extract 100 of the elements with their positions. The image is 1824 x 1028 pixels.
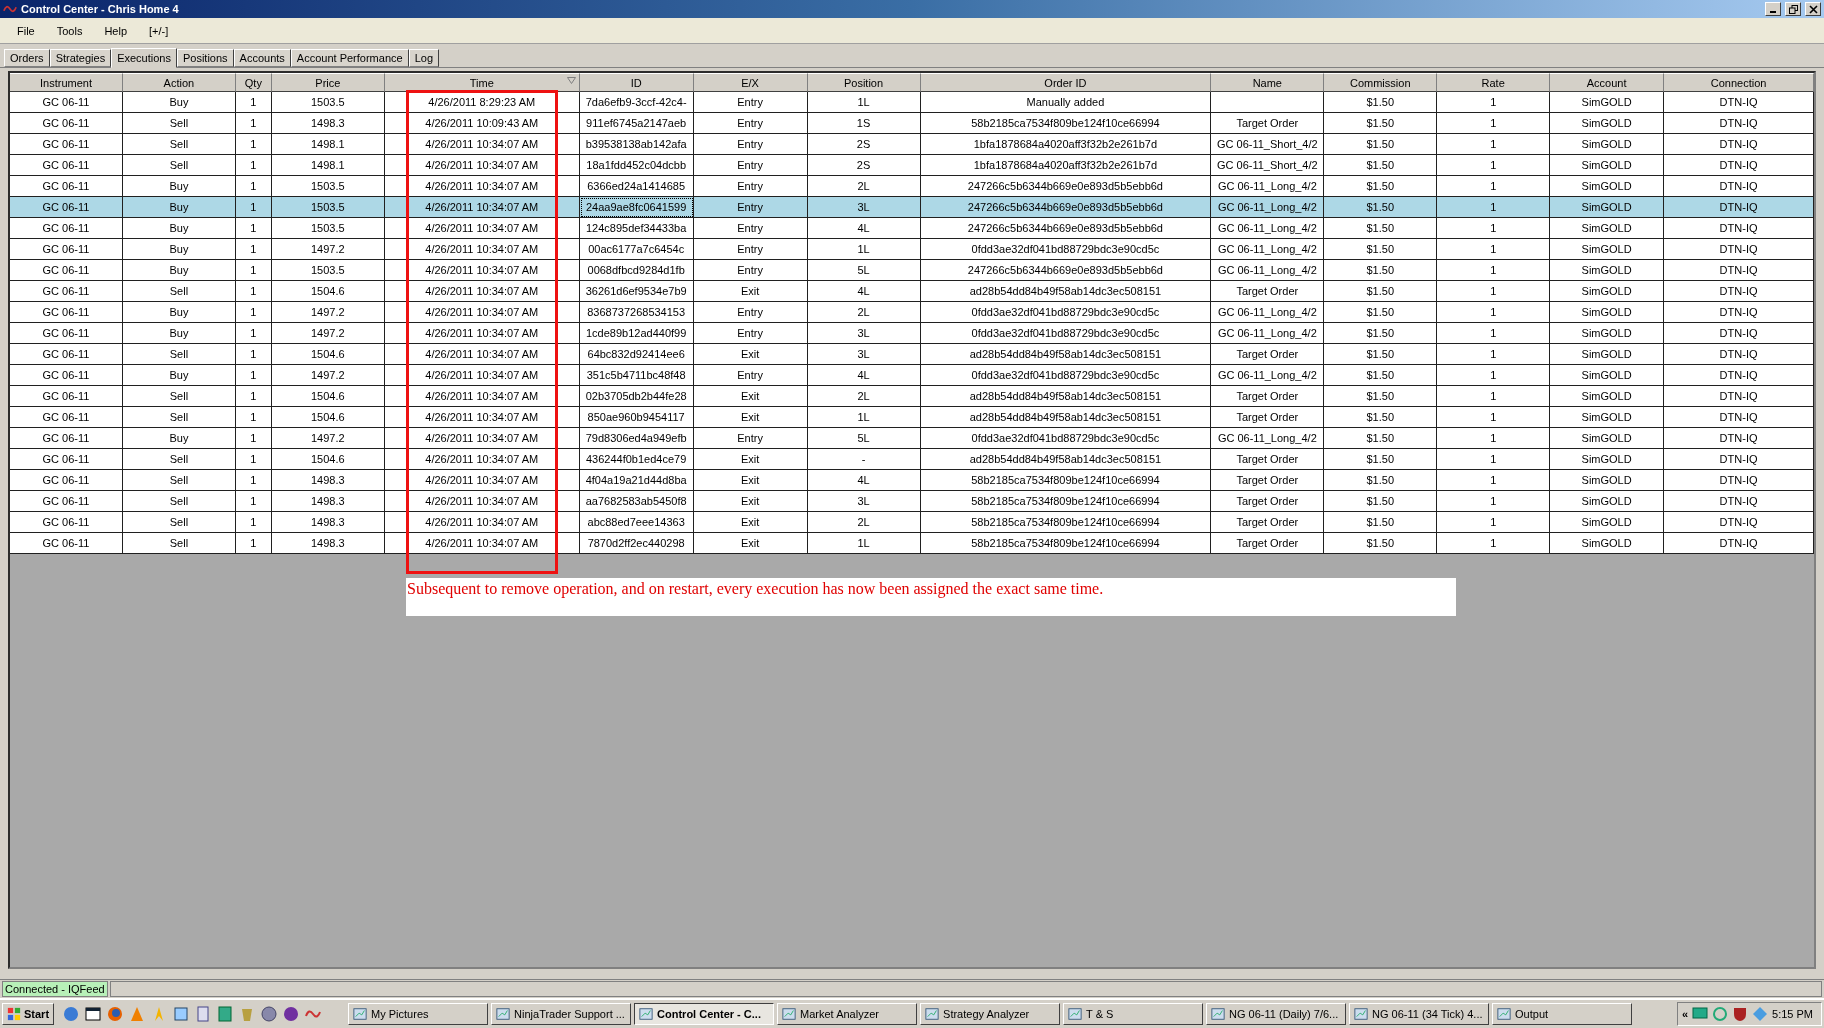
- table-cell: GC 06-11_Long_4/2: [1211, 260, 1325, 281]
- table-cell: 4L: [807, 470, 921, 491]
- taskbar-button[interactable]: Market Analyzer: [777, 1003, 918, 1025]
- table-row[interactable]: GC 06-11 Sell 1 1504.6 4/26/2011 10:34:07 AM 64bc832d92414ee6 Exit 3L ad28b54dd84b49f58ab14dc3ec508151 Target Order $1.50 1 SimGOLD DTN-IQ: [10, 344, 1814, 365]
- table-row[interactable]: GC 06-11 Buy 1 1503.5 4/26/2011 10:34:07 AM 24aa9ae8fc0641599 Entry 3L 247266c5b6344b669e0e893d5b5ebb6d GC 06-11_Long_4/2 $1.50 1 SimGOLD DTN-IQ: [10, 197, 1814, 218]
- disc-icon[interactable]: [261, 1006, 278, 1022]
- table-cell: GC 06-11: [10, 407, 123, 428]
- table-cell: GC 06-11_Long_4/2: [1211, 218, 1325, 239]
- column-header[interactable]: Rate: [1437, 73, 1551, 92]
- minimize-button[interactable]: [1765, 2, 1781, 16]
- close-button[interactable]: [1805, 2, 1821, 16]
- column-header[interactable]: Time: [384, 73, 580, 92]
- table-cell: GC 06-11: [10, 197, 123, 218]
- table-row[interactable]: GC 06-11 Buy 1 1497.2 4/26/2011 10:34:07 AM 8368737268534153 Entry 2L 0fdd3ae32df041bd88729bdc3e90cd5c GC 06-11_Long_4/2 $1.50 1 SimGOLD DTN-IQ: [10, 302, 1814, 323]
- table-cell: 1: [1437, 512, 1551, 533]
- table-cell: 1498.3: [271, 512, 385, 533]
- column-header[interactable]: Qty: [235, 73, 272, 92]
- column-header[interactable]: Instrument: [10, 73, 123, 92]
- tab[interactable]: Strategies: [49, 49, 112, 67]
- tray-expand-button[interactable]: «: [1681, 1008, 1689, 1020]
- window-icon[interactable]: [85, 1006, 102, 1022]
- table-row[interactable]: GC 06-11 Buy 1 1503.5 4/26/2011 10:34:07 AM 0068dfbcd9284d1fb Entry 5L 247266c5b6344b669e0e893d5b5ebb6d GC 06-11_Long_4/2 $1.50 1 SimGOLD DTN-IQ: [10, 260, 1814, 281]
- table-row[interactable]: GC 06-11 Sell 1 1498.3 4/26/2011 10:34:07 AM abc88ed7eee14363 Exit 2L 58b2185ca7534f809be124f10ce66994 Target Order $1.50 1 SimGOLD DTN-IQ: [10, 512, 1814, 533]
- book-icon[interactable]: [217, 1006, 234, 1022]
- table-cell: 1504.6: [271, 386, 385, 407]
- table-cell: 1504.6: [271, 281, 385, 302]
- table-cell: 124c895def34433ba: [579, 218, 694, 239]
- column-header[interactable]: E/X: [693, 73, 808, 92]
- column-header[interactable]: Order ID: [920, 73, 1212, 92]
- table-cell: DTN-IQ: [1664, 113, 1814, 134]
- table-cell: 0fdd3ae32df041bd88729bdc3e90cd5c: [920, 302, 1212, 323]
- menu-item[interactable]: File: [8, 22, 44, 39]
- table-cell: GC 06-11_Long_4/2: [1211, 239, 1325, 260]
- tab[interactable]: Log: [408, 49, 439, 67]
- column-header[interactable]: Price: [271, 73, 385, 92]
- cone-icon[interactable]: [129, 1006, 146, 1022]
- table-cell: 1: [1437, 218, 1551, 239]
- taskbar-button[interactable]: My Pictures: [348, 1003, 489, 1025]
- table-row[interactable]: GC 06-11 Buy 1 1497.2 4/26/2011 10:34:07 AM 79d8306ed4a949efb Entry 5L 0fdd3ae32df041bd88729bdc3e90cd5c GC 06-11_Long_4/2 $1.50 1 SimGOLD DTN-IQ: [10, 428, 1814, 449]
- table-cell: 1: [1437, 533, 1551, 554]
- column-header[interactable]: Name: [1211, 73, 1325, 92]
- table-cell: Buy: [122, 197, 236, 218]
- document-icon[interactable]: [195, 1006, 212, 1022]
- table-cell: GC 06-11: [10, 155, 123, 176]
- table-cell: 1: [235, 239, 272, 260]
- table-row[interactable]: GC 06-11 Sell 1 1504.6 4/26/2011 10:34:07 AM 02b3705db2b44fe28 Exit 2L ad28b54dd84b49f58ab14dc3ec508151 Target Order $1.50 1 SimGOLD DTN-IQ: [10, 386, 1814, 407]
- table-row[interactable]: GC 06-11 Buy 1 1497.2 4/26/2011 10:34:07 AM 351c5b4711bc48f48 Entry 4L 0fdd3ae32df041bd88729bdc3e90cd5c GC 06-11_Long_4/2 $1.50 1 SimGOLD DTN-IQ: [10, 365, 1814, 386]
- table-row[interactable]: GC 06-11 Buy 1 1503.5 4/26/2011 10:34:07 AM 6366ed24a1414685 Entry 2L 247266c5b6344b669e0e893d5b5ebb6d GC 06-11_Long_4/2 $1.50 1 SimGOLD DTN-IQ: [10, 176, 1814, 197]
- table-row[interactable]: GC 06-11 Sell 1 1498.3 4/26/2011 10:09:43 AM 911ef6745a2147aeb Entry 1S 58b2185ca7534f809be124f10ce66994 Target Order $1.50 1 SimGOLD DTN-IQ: [10, 113, 1814, 134]
- taskbar-button[interactable]: NG 06-11 (Daily) 7/6...: [1206, 1003, 1347, 1025]
- column-header[interactable]: Commission: [1324, 73, 1438, 92]
- table-row[interactable]: GC 06-11 Sell 1 1504.6 4/26/2011 10:34:07 AM 36261d6ef9534e7b9 Exit 4L ad28b54dd84b49f58ab14dc3ec508151 Target Order $1.50 1 SimGOLD DTN-IQ: [10, 281, 1814, 302]
- table-row[interactable]: GC 06-11 Buy 1 1503.5 4/26/2011 10:34:07 AM 124c895def34433ba Entry 4L 247266c5b6344b669e0e893d5b5ebb6d GC 06-11_Long_4/2 $1.50 1 SimGOLD DTN-IQ: [10, 218, 1814, 239]
- tab[interactable]: Positions: [176, 49, 234, 67]
- table-cell: 351c5b4711bc48f48: [579, 365, 694, 386]
- column-header[interactable]: ID: [579, 73, 694, 92]
- table-cell: 1L: [807, 239, 921, 260]
- column-header[interactable]: Position: [807, 73, 921, 92]
- taskbar-button[interactable]: Control Center - C...: [634, 1003, 775, 1025]
- table-cell: 58b2185ca7534f809be124f10ce66994: [920, 470, 1212, 491]
- table-cell: Sell: [122, 386, 236, 407]
- table-row[interactable]: GC 06-11 Buy 1 1497.2 4/26/2011 10:34:07 AM 00ac6177a7c6454c Entry 1L 0fdd3ae32df041bd88729bdc3e90cd5c GC 06-11_Long_4/2 $1.50 1 SimGOLD DTN-IQ: [10, 239, 1814, 260]
- taskbar-button[interactable]: Output: [1492, 1003, 1633, 1025]
- table-row[interactable]: GC 06-11 Buy 1 1497.2 4/26/2011 10:34:07 AM 1cde89b12ad440f99 Entry 3L 0fdd3ae32df041bd88729bdc3e90cd5c GC 06-11_Long_4/2 $1.50 1 SimGOLD DTN-IQ: [10, 323, 1814, 344]
- column-header[interactable]: Action: [122, 73, 236, 92]
- table-cell: SimGOLD: [1550, 302, 1665, 323]
- table-cell: $1.50: [1324, 428, 1438, 449]
- table-row[interactable]: GC 06-11 Sell 1 1498.3 4/26/2011 10:34:07 AM 7870d2ff2ec440298 Exit 1L 58b2185ca7534f809be124f10ce66994 Target Order $1.50 1 SimGOLD DTN-IQ: [10, 533, 1814, 554]
- column-header[interactable]: Account: [1550, 73, 1665, 92]
- table-cell: GC 06-11_Long_4/2: [1211, 365, 1325, 386]
- column-header[interactable]: Connection: [1664, 73, 1814, 92]
- table-row[interactable]: GC 06-11 Sell 1 1498.1 4/26/2011 10:34:07 AM 18a1fdd452c04dcbb Entry 2S 1bfa1878684a4020aff3f32b2e261b7d GC 06-11_Short_4/2 $1.50 1 SimGOLD DTN-IQ: [10, 155, 1814, 176]
- table-row[interactable]: GC 06-11 Sell 1 1498.3 4/26/2011 10:34:07 AM aa7682583ab5450f8 Exit 3L 58b2185ca7534f809be124f10ce66994 Target Order $1.50 1 SimGOLD DTN-IQ: [10, 491, 1814, 512]
- taskbar-button[interactable]: Strategy Analyzer: [920, 1003, 1061, 1025]
- table-row[interactable]: GC 06-11 Sell 1 1504.6 4/26/2011 10:34:07 AM 436244f0b1ed4ce79 Exit - ad28b54dd84b49f58ab14dc3ec508151 Target Order $1.50 1 SimGOLD DTN-IQ: [10, 449, 1814, 470]
- restore-button[interactable]: [1785, 2, 1801, 16]
- table-row[interactable]: GC 06-11 Buy 1 1503.5 4/26/2011 8:29:23 AM 7da6efb9-3ccf-42c4- Entry 1L Manually added $1.50 1 SimGOLD DTN-IQ: [10, 92, 1814, 113]
- tab[interactable]: Account Performance: [290, 49, 409, 67]
- table-cell: Buy: [122, 428, 236, 449]
- table-row[interactable]: GC 06-11 Sell 1 1498.3 4/26/2011 10:34:07 AM 4f04a19a21d44d8ba Exit 4L 58b2185ca7534f809be124f10ce66994 Target Order $1.50 1 SimGOLD DTN-IQ: [10, 470, 1814, 491]
- table-cell: SimGOLD: [1550, 428, 1665, 449]
- tab[interactable]: Accounts: [233, 49, 291, 67]
- taskbar-button[interactable]: NG 06-11 (34 Tick) 4...: [1349, 1003, 1490, 1025]
- start-button[interactable]: Start: [2, 1003, 55, 1025]
- menu-item[interactable]: Help: [95, 22, 137, 39]
- taskbar-button[interactable]: T & S: [1063, 1003, 1204, 1025]
- tab[interactable]: Executions: [111, 48, 177, 68]
- table-cell: SimGOLD: [1550, 449, 1665, 470]
- table-cell: 7870d2ff2ec440298: [579, 533, 694, 554]
- table-cell: 1: [235, 218, 272, 239]
- tab[interactable]: Orders: [4, 49, 50, 67]
- menu-item[interactable]: [+/-]: [140, 22, 178, 39]
- table-cell: Entry: [693, 134, 808, 155]
- table-cell: 1: [235, 323, 272, 344]
- table-cell: 1: [235, 344, 272, 365]
- menu-item[interactable]: Tools: [47, 22, 92, 39]
- taskbar-button[interactable]: NinjaTrader Support ...: [491, 1003, 632, 1025]
- table-cell: $1.50: [1324, 134, 1438, 155]
- table-row[interactable]: GC 06-11 Sell 1 1504.6 4/26/2011 10:34:07 AM 850ae960b9454117 Exit 1L ad28b54dd84b49f58ab14dc3ec508151 Target Order $1.50 1 SimGOLD DTN-IQ: [10, 407, 1814, 428]
- table-row[interactable]: GC 06-11 Sell 1 1498.1 4/26/2011 10:34:07 AM b39538138ab142afa Entry 2S 1bfa1878684a4020aff3f32b2e261b7d GC 06-11_Short_4/2 $1.50 1 SimGOLD DTN-IQ: [10, 134, 1814, 155]
